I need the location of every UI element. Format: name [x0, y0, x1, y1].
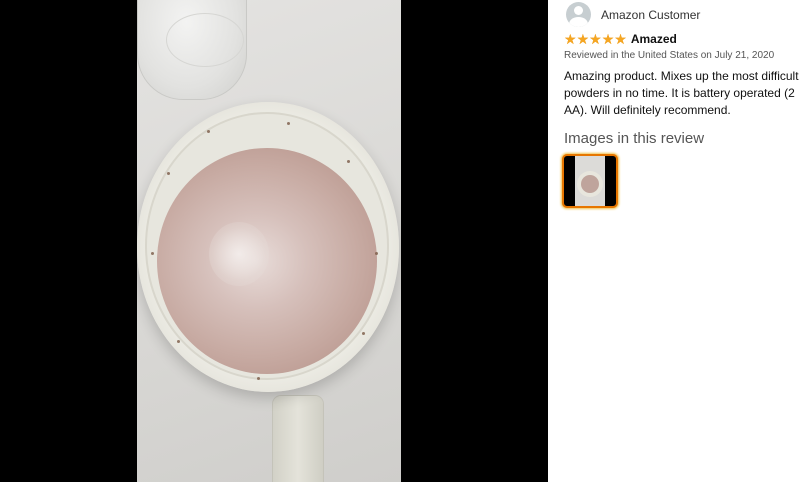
image-viewer	[0, 0, 548, 482]
speck	[177, 340, 180, 343]
frothed-drink	[157, 148, 377, 374]
mug-rim	[145, 112, 389, 380]
mug	[137, 102, 399, 392]
mug-handle	[273, 396, 323, 482]
review-title: Amazed	[630, 32, 677, 46]
jar-ring	[166, 13, 244, 67]
speck	[151, 252, 154, 255]
reviewer-profile[interactable]: Amazon Customer	[566, 2, 700, 27]
star-icon: ★	[601, 31, 615, 47]
review-date: Reviewed in the United States on July 21…	[564, 50, 775, 61]
speck	[207, 130, 210, 133]
speck	[257, 377, 260, 380]
speck	[362, 332, 365, 335]
user-avatar-icon	[566, 2, 591, 27]
speck	[347, 160, 350, 163]
review-body: Amazing product. Mixes up the most diffi…	[564, 69, 799, 117]
star-rating[interactable]: ★ ★ ★ ★ ★	[564, 32, 627, 46]
speck	[167, 172, 170, 175]
reviewer-name[interactable]: Amazon Customer	[601, 8, 700, 22]
review-photo[interactable]	[137, 0, 401, 482]
star-icon: ★	[576, 31, 590, 47]
foam	[209, 222, 269, 286]
review-image-thumbnail[interactable]	[562, 154, 618, 208]
glass-jar	[137, 0, 247, 100]
speck	[375, 252, 378, 255]
star-icon: ★	[564, 31, 577, 47]
star-icon: ★	[614, 31, 627, 47]
star-icon: ★	[589, 31, 602, 47]
images-heading: Images in this review	[564, 130, 705, 147]
review-panel: Amazon Customer ★ ★ ★ ★ ★ Amazed Reviewe…	[562, 0, 800, 482]
speck	[287, 122, 290, 125]
review-rating: ★ ★ ★ ★ ★ Amazed	[564, 32, 677, 46]
